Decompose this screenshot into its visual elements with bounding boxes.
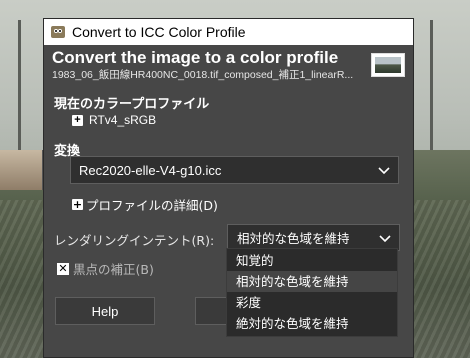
- target-profile-value: Rec2020-elle-V4-g10.icc: [79, 162, 222, 178]
- help-button[interactable]: Help: [55, 297, 155, 325]
- profile-details-expander[interactable]: + プロファイルの詳細(D): [72, 195, 218, 214]
- dialog-header: Convert the image to a color profile 198…: [44, 45, 413, 84]
- header-title: Convert the image to a color profile: [52, 48, 339, 67]
- plus-icon: +: [72, 114, 83, 126]
- image-thumbnail: [371, 53, 405, 77]
- rendering-intent-select[interactable]: 相対的な色域を維持: [227, 224, 400, 251]
- black-point-label: 黒点の補正(B): [73, 262, 154, 277]
- intent-option-relative-colorimetric[interactable]: 相対的な色域を維持: [227, 271, 397, 292]
- check-icon: ✕: [57, 261, 69, 275]
- current-profile-expander[interactable]: + RTv4_sRGB: [72, 113, 156, 127]
- window-title: Convert to ICC Color Profile: [72, 24, 246, 40]
- black-point-compensation-checkbox[interactable]: ✕ 黒点の補正(B): [57, 259, 154, 278]
- plus-icon: +: [72, 198, 83, 211]
- rendering-intent-label: レンダリングインテント(R):: [54, 233, 215, 248]
- target-profile-select[interactable]: Rec2020-elle-V4-g10.icc: [70, 156, 399, 184]
- rendering-intent-value: 相対的な色域を維持: [237, 231, 350, 246]
- intent-option-perceptual[interactable]: 知覚的: [227, 250, 397, 271]
- current-profile-value: RTv4_sRGB: [89, 113, 157, 127]
- chevron-down-icon: [378, 167, 390, 175]
- chevron-down-icon: [379, 235, 391, 243]
- profile-details-label: プロファイルの詳細(D): [86, 198, 218, 213]
- gimp-app-icon: [50, 24, 66, 40]
- current-profile-heading: 現在のカラープロファイル: [54, 97, 210, 112]
- intent-option-saturation[interactable]: 彩度: [227, 292, 397, 313]
- rendering-intent-dropdown-list: 知覚的 相対的な色域を維持 彩度 絶対的な色域を維持: [226, 248, 398, 337]
- title-bar[interactable]: Convert to ICC Color Profile: [44, 19, 413, 45]
- header-subtitle: 1983_06_飯田線HR400NC_0018.tif_composed_補正1…: [52, 69, 354, 81]
- intent-option-absolute-colorimetric[interactable]: 絶対的な色域を維持: [227, 313, 397, 334]
